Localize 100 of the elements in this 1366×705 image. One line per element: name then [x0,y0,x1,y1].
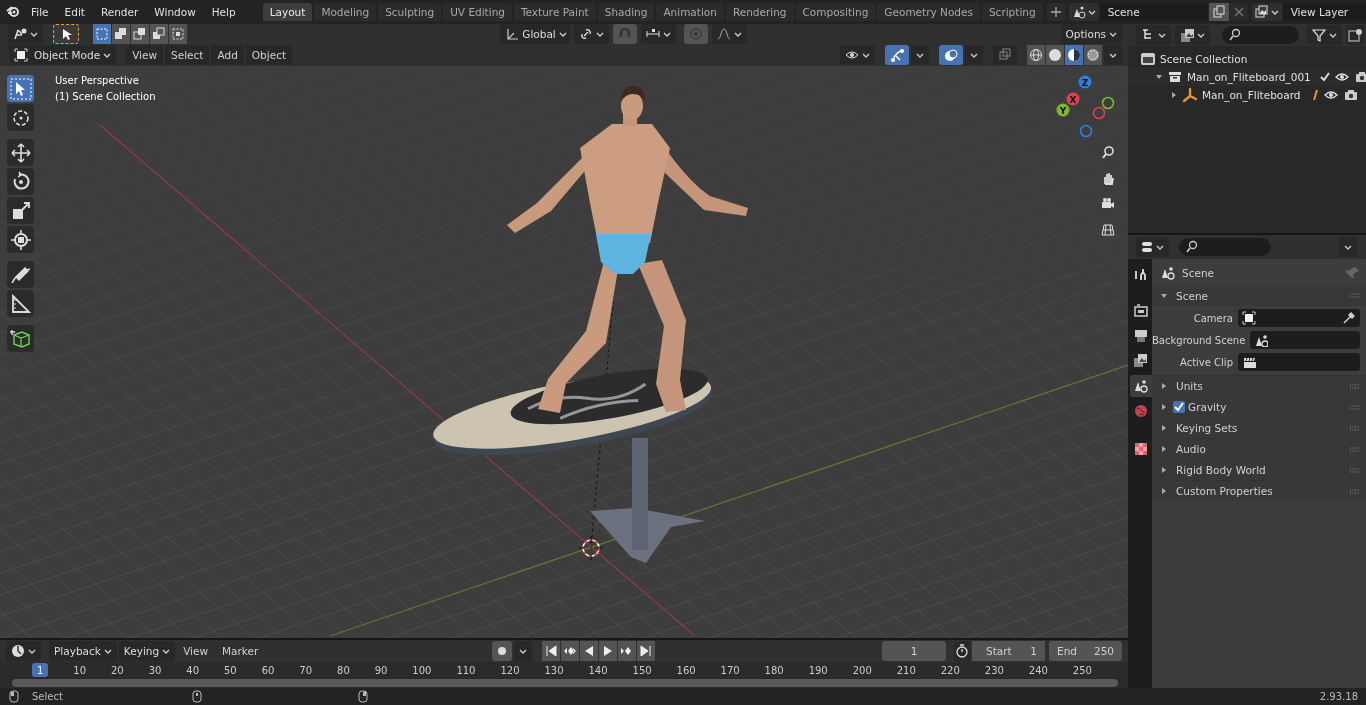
expand-triangle-icon[interactable] [1160,445,1168,453]
shading-mode-button[interactable] [1027,45,1045,65]
workspace-tab[interactable]: Scripting [981,3,1043,21]
workspace-tab[interactable]: Sculpting [378,3,442,21]
editor-type-button[interactable] [1136,237,1169,257]
camera-icon[interactable] [1344,88,1358,102]
options-dropdown[interactable]: Options [1060,24,1122,44]
editor-type-button[interactable] [6,641,41,661]
negative-axis-handle[interactable] [1092,106,1106,120]
checkbox[interactable] [1173,401,1185,413]
new-collection-button[interactable] [1346,25,1364,45]
menu-item[interactable]: Window [147,6,203,18]
properties-tab[interactable] [1130,375,1152,397]
playback-button[interactable] [541,641,560,661]
panel-title[interactable]: Scene [1176,289,1208,302]
selection-mode-button[interactable] [150,24,168,44]
visibility-dropdown[interactable] [840,45,875,65]
workspace-tab[interactable]: UV Editing [443,3,512,21]
snap-toggle[interactable] [613,24,638,44]
tool-button[interactable] [7,139,34,166]
negative-axis-handle[interactable] [1101,96,1115,110]
workspace-tab[interactable]: Shading [597,3,655,21]
falloff-dropdown[interactable] [712,24,748,44]
tool-button[interactable] [7,290,34,317]
outliner-item[interactable]: Scene Collection [1160,53,1248,65]
menu-item[interactable]: Select [165,45,210,65]
mode-dropdown[interactable]: Object Mode [9,45,117,65]
selection-mode-button[interactable] [131,24,149,44]
expand-triangle-icon[interactable] [1160,382,1168,390]
editor-type-button[interactable] [1175,25,1210,45]
menu-item[interactable]: View [126,45,164,65]
stopwatch-button[interactable] [954,641,970,661]
playback-button[interactable] [579,641,598,661]
shading-dropdown[interactable] [1104,45,1122,65]
expand-triangle-icon[interactable] [1160,466,1168,474]
menu-item[interactable]: Help [204,6,243,18]
current-frame-field[interactable]: 1 [882,641,946,661]
tool-button[interactable] [7,75,34,102]
filter-button[interactable] [1307,25,1342,45]
view-layer-name-field[interactable]: View Layer [1282,3,1366,21]
eye-icon[interactable] [1324,88,1338,102]
selection-mode-button[interactable] [112,24,130,44]
keying-mode-dropdown[interactable] [513,641,532,661]
gizmos-toggle[interactable] [885,45,909,65]
menu-item[interactable]: View [177,645,215,657]
tool-button[interactable] [7,261,34,288]
panel-title[interactable]: Gravity [1188,401,1227,413]
collapse-triangle-icon[interactable] [1155,73,1163,81]
add-workspace-button[interactable] [1046,3,1065,21]
expand-triangle-icon[interactable] [1160,424,1168,432]
workspace-tab[interactable]: Modeling [314,3,377,21]
new-scene-button[interactable] [1208,3,1229,21]
shading-mode-button[interactable] [1046,45,1064,65]
overlays-toggle[interactable] [939,45,963,65]
outliner-item[interactable]: Man_on_Fliteboard [1202,89,1301,101]
display-mode-button[interactable] [1136,25,1171,45]
expand-triangle-icon[interactable] [1160,403,1168,411]
playback-button[interactable] [636,641,655,661]
menu-item[interactable]: Add [211,45,244,65]
tool-button[interactable] [7,226,34,253]
expand-triangle-icon[interactable] [1170,91,1178,99]
panel-title[interactable]: Audio [1176,443,1206,455]
snap-target-button[interactable] [641,24,677,44]
panel-title[interactable]: Keying Sets [1176,422,1238,434]
expand-triangle-icon[interactable] [1160,487,1168,495]
proportional-edit-toggle[interactable] [684,24,709,44]
workspace-tab[interactable]: Animation [656,3,724,21]
search-field[interactable] [1179,238,1271,256]
workspace-tab[interactable]: Texture Paint [513,3,596,21]
menu-item[interactable]: Render [93,6,146,18]
exclude-checkbox[interactable] [1318,71,1331,83]
eyedropper-icon[interactable] [1342,311,1356,325]
tool-button[interactable] [7,325,34,352]
search-field[interactable] [1222,26,1299,44]
tool-button[interactable] [7,104,34,131]
axis-handle[interactable]: Y [1056,103,1070,117]
tool-button[interactable] [7,197,34,224]
active-tool-button[interactable] [53,24,79,44]
menu-item[interactable]: Edit [57,6,92,18]
scene-browse-button[interactable] [1068,3,1099,21]
negative-axis-handle[interactable] [1079,124,1093,138]
collapse-triangle-icon[interactable] [1160,291,1168,300]
app-logo-icon[interactable] [6,4,22,20]
pivot-point-button[interactable] [574,24,610,44]
workspace-tab[interactable]: Layout [262,3,313,21]
gizmos-dropdown[interactable] [911,45,929,65]
end-frame-field[interactable]: End 250 [1049,641,1122,661]
auto-keying-toggle[interactable] [491,641,512,661]
start-frame-field[interactable]: Start 1 [972,641,1045,661]
playhead[interactable]: 1 [32,663,49,677]
orientation-dropdown[interactable]: Global [500,24,571,44]
scrollbar-thumb[interactable] [12,679,1118,687]
options-dropdown[interactable] [1338,237,1358,257]
workspace-tab[interactable]: Compositing [795,3,876,21]
menu-dropdown[interactable]: Keying [118,641,176,661]
selection-mode-button[interactable] [169,24,187,44]
editor-type-button[interactable] [8,24,43,44]
menu-item[interactable]: Marker [216,645,265,657]
eye-icon[interactable] [1334,70,1349,84]
view-layer-browse-button[interactable] [1251,3,1282,21]
